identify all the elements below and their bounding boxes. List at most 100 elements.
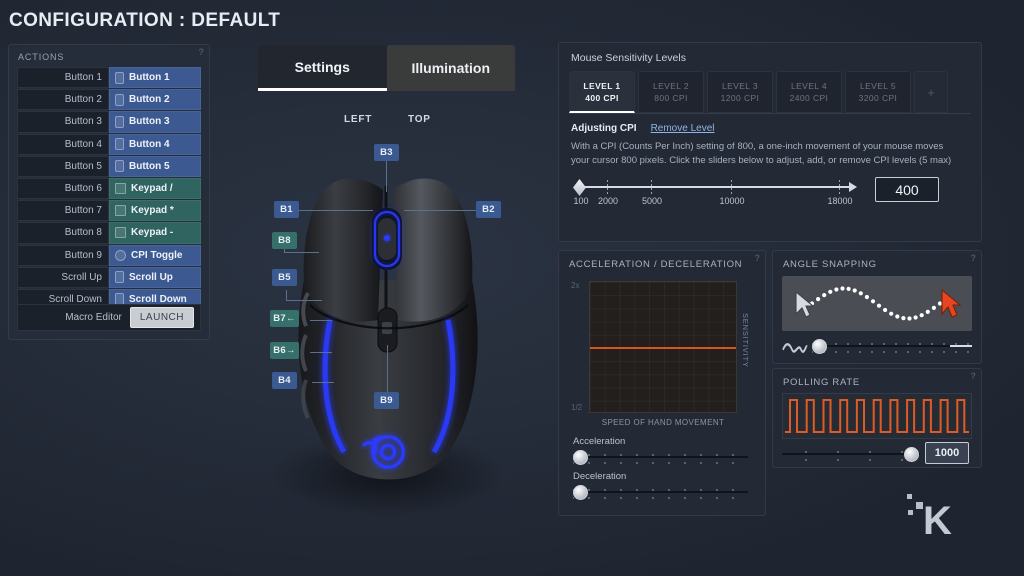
- level-cpi: 800 CPI: [654, 93, 688, 103]
- action-label: Button 1: [17, 67, 109, 89]
- callout-b4[interactable]: B4: [272, 372, 297, 389]
- cpi-description: With a CPI (Counts Per Inch) setting of …: [571, 141, 952, 166]
- cpi-slider-track: [579, 186, 851, 188]
- action-value[interactable]: Button 2: [109, 89, 201, 111]
- action-row: Button 5 Button 5: [17, 155, 201, 177]
- action-value-label: Scroll Up: [129, 271, 173, 283]
- slider-handle[interactable]: [904, 447, 919, 462]
- cpi-tick: [839, 180, 840, 194]
- callout-b2[interactable]: B2: [476, 201, 501, 218]
- action-value[interactable]: Button 1: [109, 67, 201, 89]
- action-value[interactable]: Keypad -: [109, 222, 201, 244]
- action-row: Button 9 CPI Toggle: [17, 244, 201, 266]
- angle-snapping-slider[interactable]: [782, 339, 972, 355]
- launch-button[interactable]: LAUNCH: [129, 307, 194, 328]
- watermark-logo: K: [905, 490, 965, 543]
- acceleration-slider-label: Acceleration: [573, 436, 626, 447]
- slider-handle[interactable]: [573, 450, 588, 465]
- help-icon[interactable]: ?: [971, 371, 977, 381]
- action-chip-icon: [115, 183, 126, 195]
- action-row: Button 6 Keypad /: [17, 177, 201, 200]
- sensitivity-level-1[interactable]: LEVEL 1 400 CPI: [569, 71, 635, 113]
- acceleration-slider[interactable]: [573, 450, 748, 465]
- action-value[interactable]: Keypad /: [109, 177, 201, 200]
- callout-b3[interactable]: B3: [374, 144, 399, 161]
- slider-handle[interactable]: [812, 339, 827, 354]
- acceleration-curve: [590, 347, 736, 349]
- action-label: Scroll Up: [17, 266, 109, 288]
- sensitivity-level-2[interactable]: LEVEL 2 800 CPI: [638, 71, 704, 113]
- action-value[interactable]: Button 5: [109, 155, 201, 177]
- actions-heading: ACTIONS: [18, 52, 65, 62]
- action-row: Button 3 Button 3: [17, 111, 201, 133]
- wave-icon: [782, 343, 808, 353]
- action-row: Button 2 Button 2: [17, 89, 201, 111]
- action-value-label: Keypad /: [131, 183, 173, 195]
- help-icon[interactable]: ?: [755, 253, 761, 263]
- action-chip-icon: [115, 71, 124, 84]
- action-chip-icon: [115, 93, 124, 106]
- deceleration-slider[interactable]: [573, 485, 748, 500]
- leader-line: [404, 210, 484, 211]
- help-icon[interactable]: ?: [199, 47, 205, 57]
- leader-line: [310, 352, 332, 353]
- leader-line: [310, 320, 332, 321]
- action-row: Button 1 Button 1: [17, 67, 201, 89]
- callout-b1[interactable]: B1: [274, 201, 299, 218]
- add-level-button[interactable]: +: [914, 71, 948, 113]
- leader-line: [286, 290, 287, 301]
- action-value[interactable]: Button 3: [109, 111, 201, 133]
- slider-handle[interactable]: [573, 485, 588, 500]
- sensitivity-level-5[interactable]: LEVEL 5 3200 CPI: [845, 71, 911, 113]
- action-label: Button 5: [17, 155, 109, 177]
- cpi-tick-label: 18000: [827, 196, 853, 206]
- level-name: LEVEL 3: [721, 81, 759, 91]
- leader-line: [284, 252, 319, 253]
- action-chip-icon: [115, 160, 124, 173]
- callout-b5[interactable]: B5: [272, 269, 297, 286]
- acceleration-graph[interactable]: [589, 281, 737, 413]
- polling-rate-slider[interactable]: [782, 447, 920, 462]
- action-chip-icon: [115, 138, 124, 151]
- action-row: Button 7 Keypad *: [17, 200, 201, 222]
- callout-b7[interactable]: B7←: [270, 310, 299, 327]
- mouse-diagram: B3 B1 B2 B8 B5 B7← B6→ B4 B9: [226, 130, 546, 530]
- action-row: Scroll Up Scroll Up: [17, 266, 201, 288]
- slider-track-filled: [950, 345, 972, 347]
- action-value[interactable]: Keypad *: [109, 200, 201, 222]
- cpi-slider[interactable]: 100 2000 5000 10000 18000: [571, 175, 861, 211]
- action-value[interactable]: CPI Toggle: [109, 244, 201, 266]
- tab-settings[interactable]: Settings: [258, 45, 387, 91]
- action-label: Button 8: [17, 222, 109, 244]
- action-value[interactable]: Button 4: [109, 133, 201, 155]
- action-chip-icon: [115, 227, 126, 239]
- polling-rate-value[interactable]: 1000: [925, 442, 969, 464]
- callout-b8[interactable]: B8: [272, 232, 297, 249]
- page-title: CONFIGURATION : DEFAULT: [9, 10, 281, 31]
- view-tabs: Settings Illumination: [258, 45, 515, 91]
- cpi-slider-handle[interactable]: [573, 179, 586, 196]
- action-value[interactable]: Scroll Up: [109, 266, 201, 288]
- level-cpi: 1200 CPI: [720, 93, 760, 103]
- adjusting-row: Adjusting CPI Remove Level: [559, 114, 981, 134]
- cursor-start-icon: [795, 290, 815, 318]
- remove-level-link[interactable]: Remove Level: [651, 123, 715, 134]
- leader-line: [386, 158, 387, 192]
- callout-b6[interactable]: B6→: [270, 342, 299, 359]
- cpi-tick-label: 100: [573, 196, 589, 206]
- cpi-tick-label: 5000: [641, 196, 663, 206]
- tab-illumination[interactable]: Illumination: [386, 45, 515, 91]
- sensitivity-level-4[interactable]: LEVEL 4 2400 CPI: [776, 71, 842, 113]
- graph-axis-min: 1/2: [571, 403, 583, 412]
- callout-b9[interactable]: B9: [374, 392, 399, 409]
- level-name: LEVEL 5: [859, 81, 897, 91]
- leader-line: [286, 300, 322, 301]
- action-chip-icon: [115, 205, 126, 217]
- level-cpi: 2400 CPI: [789, 93, 829, 103]
- sensitivity-level-3[interactable]: LEVEL 3 1200 CPI: [707, 71, 773, 113]
- action-value-label: Button 4: [129, 138, 170, 150]
- cpi-tick-label: 2000: [597, 196, 619, 206]
- help-icon[interactable]: ?: [971, 253, 977, 263]
- cpi-value-input[interactable]: 400: [875, 177, 939, 202]
- adjusting-cpi-label: Adjusting CPI: [571, 123, 637, 134]
